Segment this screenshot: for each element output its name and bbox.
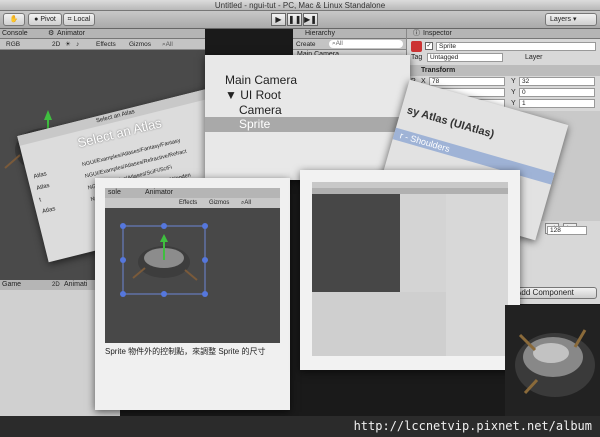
animator-icon: ⚙: [48, 30, 55, 37]
audio-icon[interactable]: ♪: [76, 39, 79, 50]
window-title-bar: Untitled - ngui-tut - PC, Mac & Linux St…: [0, 0, 600, 11]
animation-icon: 2D: [52, 282, 60, 288]
play-button[interactable]: ▶: [271, 13, 286, 26]
mode-2d-toggle[interactable]: 2D: [52, 39, 60, 50]
hierarchy-zoom-card: Main Camera ▼ UI Root Camera Sprite: [205, 55, 410, 180]
thumbnail-screenshot: [312, 182, 508, 356]
photo-caption: Sprite 物件外的控制點，來調整 Sprite 的尺寸: [105, 347, 266, 356]
rotation-y-field[interactable]: 0: [519, 88, 595, 97]
handle[interactable]: [161, 223, 167, 229]
sprite-preview: [505, 305, 600, 416]
zoom-hierarchy-list: Main Camera ▼ UI Root Camera: [225, 73, 297, 118]
handle[interactable]: [161, 291, 167, 297]
hierarchy-tab: Hierarchy: [293, 29, 406, 39]
handle[interactable]: [202, 257, 208, 263]
tag-dropdown[interactable]: Untagged: [427, 53, 503, 62]
step-icon: ▶❚: [304, 15, 317, 24]
position-x-field[interactable]: 78: [429, 77, 505, 86]
gizmos-dropdown[interactable]: Gizmos: [129, 39, 151, 50]
expand-arrow-icon: ▼: [225, 88, 237, 102]
atlas-labels: Atlas Atlas t Atlas: [32, 168, 57, 218]
tab-animation[interactable]: Animati: [64, 280, 87, 290]
scene-photo-card: sole Animator Effects Gizmos ⌕All Sprite…: [95, 178, 290, 410]
tag-label: Tag: [411, 54, 423, 61]
y-label: Y: [511, 89, 516, 96]
layers-dropdown[interactable]: Layers ▾: [545, 13, 597, 26]
thumb-hierarchy: [400, 194, 446, 292]
hand-tool-button[interactable]: ✋: [3, 13, 25, 26]
handle[interactable]: [120, 291, 126, 297]
position-row: P X 78 Y 32: [407, 76, 600, 87]
hierarchy-toolbar: Create ⌕All: [293, 39, 406, 50]
atlas-label: Atlas: [41, 206, 57, 216]
tag-layer-row: Tag Untagged Layer: [407, 52, 600, 63]
handle[interactable]: [202, 223, 208, 229]
photo-subbar: Effects Gizmos ⌕All: [105, 198, 280, 208]
effects-dropdown[interactable]: Effects: [96, 39, 116, 50]
transform-title: Transform: [421, 67, 456, 74]
hierarchy-item-ui-root[interactable]: ▼ UI Root: [225, 88, 297, 103]
position-y-field[interactable]: 32: [519, 77, 595, 86]
hierarchy-title[interactable]: Hierarchy: [305, 29, 335, 39]
y-label: Y: [511, 100, 516, 107]
create-dropdown[interactable]: Create: [296, 39, 316, 50]
hierarchy-item-main-camera[interactable]: Main Camera: [225, 73, 297, 88]
play-icon: ▶: [275, 15, 282, 24]
pause-icon: ❚❚: [288, 15, 302, 24]
handle[interactable]: [120, 223, 126, 229]
photo-search[interactable]: ⌕All: [241, 198, 251, 208]
hierarchy-item-sprite-selected[interactable]: Sprite: [205, 117, 410, 132]
tab-animator[interactable]: Animator: [145, 188, 173, 198]
tab-console[interactable]: Console: [2, 29, 28, 39]
scene-tabstrip: Console ⚙ Animator: [0, 29, 205, 39]
photo-tabstrip: sole Animator: [105, 188, 280, 198]
size-field[interactable]: 128: [547, 226, 587, 235]
inspector-object-row: ✓ Sprite: [407, 41, 600, 52]
handle[interactable]: [120, 257, 126, 263]
scene-search[interactable]: ⌕All: [162, 39, 173, 50]
pause-button[interactable]: ❚❚: [287, 13, 302, 26]
main-toolbar: ✋ ● Pivot ⌗ Local ▶ ❚❚ ▶❚ Layers ▾: [0, 11, 600, 29]
tab-console[interactable]: sole: [108, 188, 121, 198]
handle[interactable]: [202, 291, 208, 297]
scale-y-field[interactable]: 1: [519, 99, 595, 108]
local-icon: ⌗: [67, 16, 72, 23]
window-title: Untitled - ngui-tut - PC, Mac & Linux St…: [214, 1, 386, 10]
transform-header[interactable]: Transform: [407, 65, 600, 76]
thumb-project: [312, 292, 446, 356]
effects-dropdown[interactable]: Effects: [179, 198, 197, 208]
step-button[interactable]: ▶❚: [303, 13, 318, 26]
y-label: Y: [511, 78, 516, 85]
footer-url: http://lccnetvip.pixnet.net/album: [353, 419, 592, 433]
info-icon: ⓘ: [413, 30, 420, 37]
inspector-title[interactable]: Inspector: [423, 29, 452, 39]
scene-subbar: RGB 2D ☀ ♪ Effects Gizmos ⌕All: [0, 39, 205, 50]
gizmos-dropdown[interactable]: Gizmos: [209, 198, 229, 208]
layers-label: Layers: [550, 16, 572, 23]
active-checkbox[interactable]: ✓: [425, 42, 433, 50]
local-button[interactable]: ⌗ Local: [63, 13, 95, 26]
pivot-button[interactable]: ● Pivot: [28, 13, 62, 26]
pivot-label: Pivot: [40, 16, 56, 23]
sprite-label: Sprite: [239, 117, 271, 131]
photo-scene-viewport[interactable]: [105, 208, 280, 343]
gameobject-icon: [411, 41, 422, 52]
light-icon[interactable]: ☀: [65, 39, 71, 50]
hierarchy-search[interactable]: ⌕All: [329, 40, 403, 48]
tab-animator[interactable]: Animator: [57, 29, 85, 39]
local-label: Local: [73, 16, 91, 23]
pivot-icon: ●: [34, 16, 39, 23]
hierarchy-item-camera[interactable]: Camera: [225, 103, 297, 118]
tab-game[interactable]: Game: [2, 280, 21, 290]
thumb-inspector: [446, 194, 508, 356]
chevron-down-icon: ▾: [572, 16, 577, 23]
inspector-tab: ⓘ Inspector: [407, 29, 600, 39]
rgb-select[interactable]: RGB: [6, 39, 20, 50]
thumb-scene: [312, 194, 400, 292]
thumbnail-photo-card: [300, 170, 520, 370]
object-name-field[interactable]: Sprite: [436, 42, 596, 51]
layer-label: Layer: [525, 54, 543, 61]
url-watermark: http://lccnetvip.pixnet.net/album: [0, 416, 600, 437]
